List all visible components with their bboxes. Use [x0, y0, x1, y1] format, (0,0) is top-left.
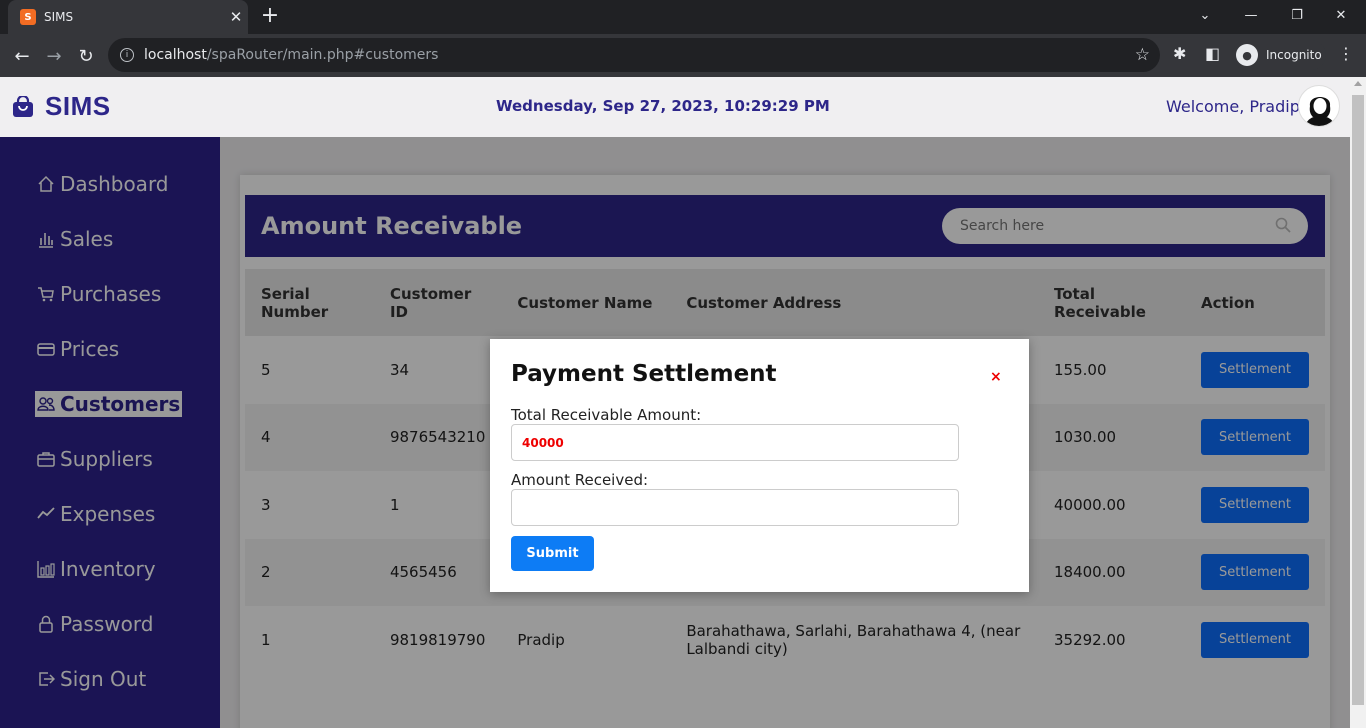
- incognito-icon: ●: [1236, 44, 1258, 66]
- browser-tabbar: S SIMS ✕ + ⌄ — ❐ ✕: [0, 0, 1366, 34]
- bookmark-star-icon[interactable]: ☆: [1135, 45, 1150, 65]
- user-avatar-icon: [1305, 97, 1335, 126]
- browser-tab[interactable]: S SIMS ✕: [8, 0, 248, 34]
- tab-search-icon[interactable]: ⌄: [1182, 0, 1228, 30]
- payment-settlement-modal: Payment Settlement × Total Receivable Am…: [490, 339, 1029, 592]
- scroll-up-icon[interactable]: [1354, 81, 1362, 86]
- avatar[interactable]: [1298, 85, 1340, 127]
- extensions-icon[interactable]: ✱: [1173, 44, 1186, 63]
- tab-title: SIMS: [44, 10, 74, 24]
- back-icon[interactable]: ←: [8, 42, 36, 70]
- app-header: SIMS Wednesday, Sep 27, 2023, 10:29:29 P…: [0, 77, 1350, 137]
- scroll-thumb[interactable]: [1352, 95, 1364, 705]
- amount-received-label: Amount Received:: [511, 471, 649, 489]
- reload-icon[interactable]: ↻: [72, 42, 100, 70]
- current-datetime: Wednesday, Sep 27, 2023, 10:29:29 PM: [496, 97, 830, 115]
- incognito-badge[interactable]: ● Incognito: [1232, 40, 1326, 70]
- submit-button[interactable]: Submit: [511, 536, 594, 571]
- browser-menu-icon[interactable]: ⋮: [1338, 44, 1354, 63]
- tab-close-icon[interactable]: ✕: [224, 8, 248, 26]
- address-bar[interactable]: i localhost/spaRouter/main.php#customers…: [108, 38, 1160, 72]
- site-info-icon[interactable]: i: [120, 48, 134, 62]
- amount-received-field[interactable]: [511, 489, 959, 526]
- app-logo[interactable]: SIMS: [12, 91, 111, 122]
- url-host: localhost: [144, 47, 207, 63]
- page-scrollbar[interactable]: [1350, 77, 1366, 728]
- incognito-label: Incognito: [1266, 48, 1322, 62]
- side-panel-icon[interactable]: ◧: [1205, 44, 1220, 63]
- total-receivable-field[interactable]: [511, 424, 959, 461]
- welcome-text: Welcome, Pradip: [1166, 97, 1300, 116]
- browser-toolbar: ← → ↻ i localhost/spaRouter/main.php#cus…: [0, 34, 1366, 77]
- forward-icon[interactable]: →: [40, 42, 68, 70]
- new-tab-icon[interactable]: +: [258, 4, 282, 28]
- total-receivable-label: Total Receivable Amount:: [511, 406, 702, 424]
- modal-title: Payment Settlement: [511, 361, 777, 387]
- window-close-icon[interactable]: ✕: [1318, 0, 1364, 30]
- close-icon[interactable]: ×: [990, 369, 1002, 385]
- url-path: /spaRouter/main.php#customers: [206, 47, 439, 63]
- xampp-favicon-icon: S: [20, 9, 36, 25]
- shopping-bag-icon: [13, 95, 33, 117]
- restore-icon[interactable]: ❐: [1274, 0, 1320, 30]
- logo-text: SIMS: [45, 91, 111, 121]
- minimize-icon[interactable]: —: [1228, 0, 1274, 30]
